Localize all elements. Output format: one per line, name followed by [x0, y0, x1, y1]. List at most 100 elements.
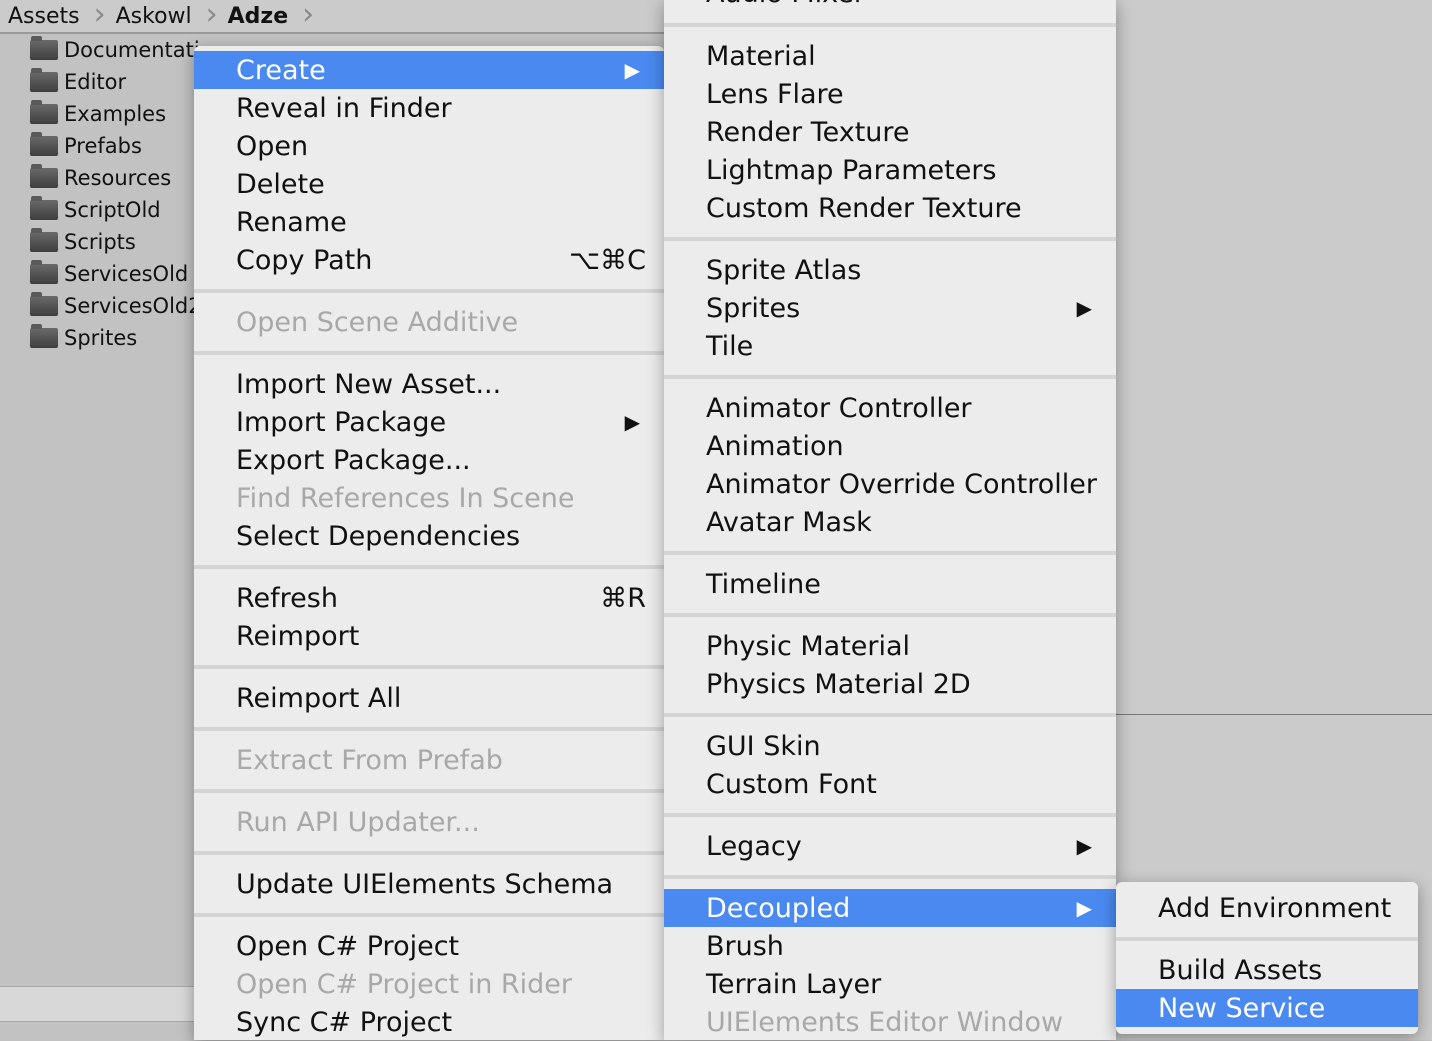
menu-separator — [664, 375, 1116, 379]
menu-item-open[interactable]: Open — [194, 127, 664, 165]
menu-item-custom-render-texture[interactable]: Custom Render Texture — [664, 189, 1116, 227]
menu-item-sprite-atlas[interactable]: Sprite Atlas — [664, 251, 1116, 289]
folder-item[interactable]: Editor — [30, 66, 200, 98]
menu-item-label: Reimport All — [236, 682, 402, 714]
menu-separator — [194, 565, 664, 569]
menu-item-copy-path[interactable]: Copy Path ⌥⌘C — [194, 241, 664, 279]
submenu-arrow-icon: ▶ — [1076, 834, 1092, 858]
folder-item[interactable]: Prefabs — [30, 130, 200, 162]
folder-item[interactable]: ServicesOld — [30, 258, 200, 290]
menu-item-uielements-editor-window: UIElements Editor Window — [664, 1003, 1116, 1041]
breadcrumb-askowl[interactable]: Askowl — [116, 4, 192, 29]
menu-item-create[interactable]: Create ▶ — [194, 51, 664, 89]
menu-item-decoupled[interactable]: Decoupled ▶ — [664, 889, 1116, 927]
folder-item[interactable]: Examples — [30, 98, 200, 130]
menu-separator — [194, 289, 664, 293]
menu-item-label: Reimport — [236, 620, 360, 652]
menu-item-label: Avatar Mask — [706, 506, 872, 538]
create-submenu: Audio Mixer Material Lens Flare Render T… — [664, 0, 1116, 1040]
menu-item-label: Delete — [236, 168, 325, 200]
menu-item-label: Reveal in Finder — [236, 92, 452, 124]
menu-item-import-new-asset[interactable]: Import New Asset... — [194, 365, 664, 403]
menu-item-animator-controller[interactable]: Animator Controller — [664, 389, 1116, 427]
folder-label: ServicesOld2 — [64, 294, 200, 318]
menu-item-gui-skin[interactable]: GUI Skin — [664, 727, 1116, 765]
menu-item-audio-mixer[interactable]: Audio Mixer — [664, 0, 1116, 12]
menu-separator — [194, 351, 664, 355]
menu-separator — [664, 613, 1116, 617]
menu-item-build-assets[interactable]: Build Assets — [1116, 951, 1418, 989]
menu-item-timeline[interactable]: Timeline — [664, 565, 1116, 603]
menu-item-animation[interactable]: Animation — [664, 427, 1116, 465]
menu-item-label: Animator Override Controller — [706, 468, 1097, 500]
menu-item-material[interactable]: Material — [664, 37, 1116, 75]
folder-item[interactable]: ServicesOld2 — [30, 290, 200, 322]
menu-item-render-texture[interactable]: Render Texture — [664, 113, 1116, 151]
menu-item-reimport-all[interactable]: Reimport All — [194, 679, 664, 717]
folder-label: Scripts — [64, 230, 136, 254]
menu-item-rename[interactable]: Rename — [194, 203, 664, 241]
menu-item-terrain-layer[interactable]: Terrain Layer — [664, 965, 1116, 1003]
menu-item-lightmap-parameters[interactable]: Lightmap Parameters — [664, 151, 1116, 189]
folder-label: Documentati — [64, 38, 200, 62]
menu-item-label: Import New Asset... — [236, 368, 502, 400]
menu-item-lens-flare[interactable]: Lens Flare — [664, 75, 1116, 113]
menu-item-label: Sprite Atlas — [706, 254, 862, 286]
menu-item-physics-material-2d[interactable]: Physics Material 2D — [664, 665, 1116, 703]
folder-item[interactable]: Sprites — [30, 322, 200, 354]
breadcrumb-assets[interactable]: Assets — [8, 4, 80, 29]
menu-item-update-uielements-schema[interactable]: Update UIElements Schema — [194, 865, 664, 903]
folder-icon — [30, 292, 58, 316]
menu-item-label: Select Dependencies — [236, 520, 521, 552]
folder-icon — [30, 164, 58, 188]
menu-item-add-environment[interactable]: Add Environment — [1116, 889, 1418, 927]
menu-item-delete[interactable]: Delete — [194, 165, 664, 203]
folder-icon — [30, 100, 58, 124]
menu-item-label: Update UIElements Schema — [236, 868, 614, 900]
menu-item-label: Brush — [706, 930, 784, 962]
menu-item-label: Open C# Project in Rider — [236, 968, 573, 1000]
menu-item-label: Run API Updater... — [236, 806, 480, 838]
menu-item-export-package[interactable]: Export Package... — [194, 441, 664, 479]
folder-item[interactable]: ScriptOld — [30, 194, 200, 226]
menu-item-new-service[interactable]: New Service — [1116, 989, 1418, 1027]
menu-item-label: Refresh — [236, 582, 338, 614]
folder-icon — [30, 36, 58, 60]
menu-item-custom-font[interactable]: Custom Font — [664, 765, 1116, 803]
folder-icon — [30, 196, 58, 220]
breadcrumb-adze[interactable]: Adze — [228, 4, 289, 29]
folder-icon — [30, 228, 58, 252]
menu-item-avatar-mask[interactable]: Avatar Mask — [664, 503, 1116, 541]
shortcut-label: ⌘R — [600, 582, 646, 614]
menu-item-sprites[interactable]: Sprites ▶ — [664, 289, 1116, 327]
menu-item-select-dependencies[interactable]: Select Dependencies — [194, 517, 664, 555]
menu-item-label: Tile — [706, 330, 754, 362]
menu-item-tile[interactable]: Tile — [664, 327, 1116, 365]
folder-item[interactable]: Resources — [30, 162, 200, 194]
menu-item-brush[interactable]: Brush — [664, 927, 1116, 965]
menu-item-refresh[interactable]: Refresh ⌘R — [194, 579, 664, 617]
menu-item-label: GUI Skin — [706, 730, 821, 762]
folder-label: Examples — [64, 102, 167, 126]
menu-item-sync-csharp-project[interactable]: Sync C# Project — [194, 1003, 664, 1041]
menu-item-open-csharp-project[interactable]: Open C# Project — [194, 927, 664, 965]
menu-item-legacy[interactable]: Legacy ▶ — [664, 827, 1116, 865]
folder-label: Resources — [64, 166, 172, 190]
menu-item-import-package[interactable]: Import Package ▶ — [194, 403, 664, 441]
menu-item-label: New Service — [1158, 992, 1326, 1024]
menu-separator — [664, 551, 1116, 555]
folder-list: Documentati Editor Examples Prefabs Reso… — [0, 34, 200, 994]
menu-separator — [194, 851, 664, 855]
menu-item-physic-material[interactable]: Physic Material — [664, 627, 1116, 665]
menu-item-label: Extract From Prefab — [236, 744, 503, 776]
menu-item-reveal-in-finder[interactable]: Reveal in Finder — [194, 89, 664, 127]
menu-item-label: Lightmap Parameters — [706, 154, 997, 186]
folder-item[interactable]: Scripts — [30, 226, 200, 258]
folder-icon — [30, 260, 58, 284]
menu-item-animator-override-controller[interactable]: Animator Override Controller — [664, 465, 1116, 503]
menu-item-extract-from-prefab: Extract From Prefab — [194, 741, 664, 779]
folder-item[interactable]: Documentati — [30, 34, 200, 66]
panel-divider — [1116, 714, 1432, 715]
chevron-right-icon — [94, 0, 106, 34]
menu-item-reimport[interactable]: Reimport — [194, 617, 664, 655]
